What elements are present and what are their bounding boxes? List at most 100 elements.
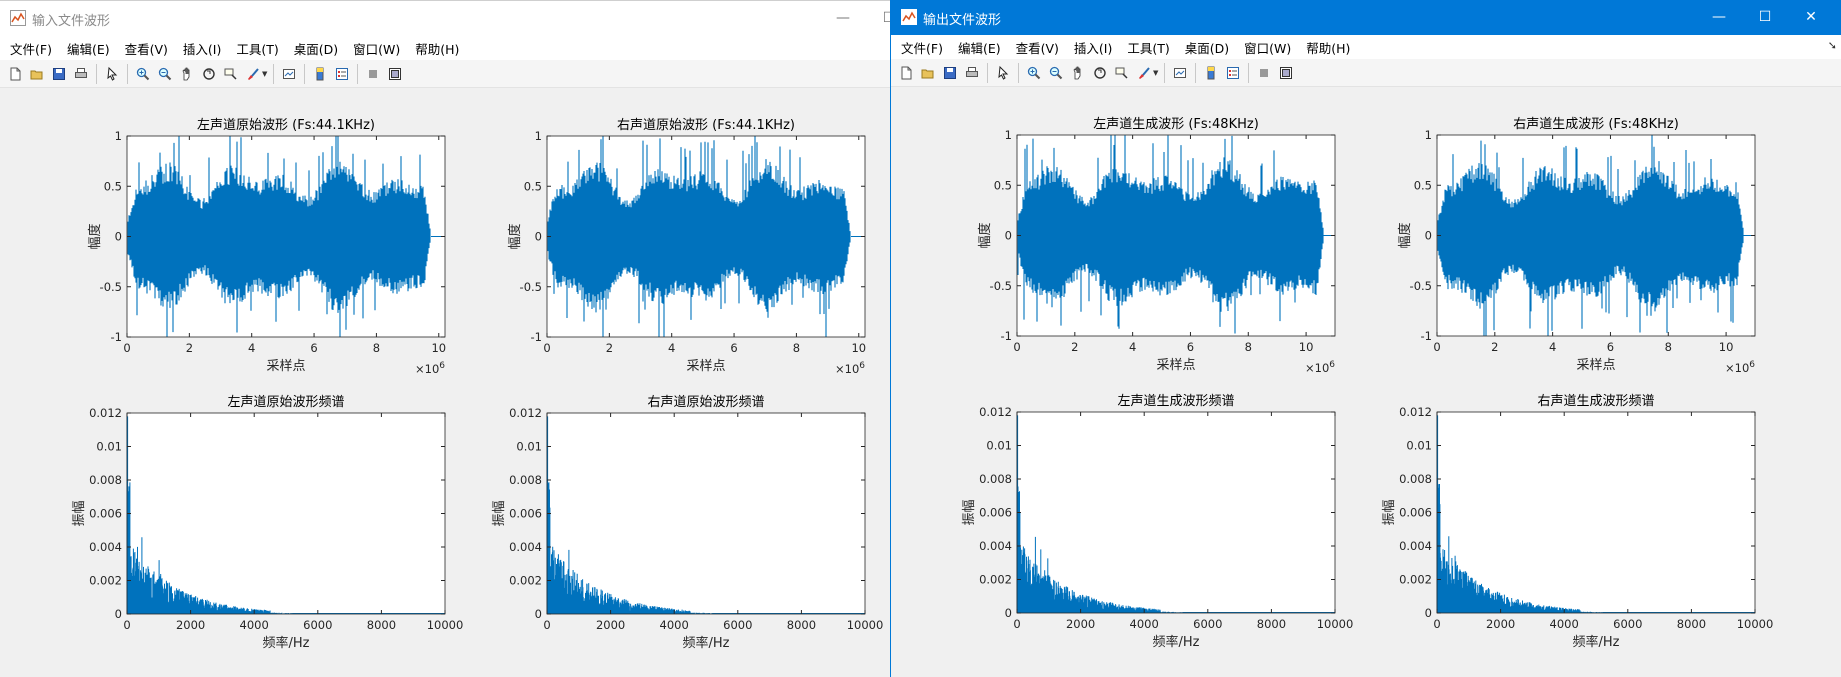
waveform-plot: 0 2 4 6 8 10 1 0.5 0 -0.5 -1 左声道原始波形 (Fs:44.1KHz) 采样… — [87, 118, 446, 376]
menu-edit[interactable]: 编辑(E) — [61, 39, 116, 58]
zoom-in-icon[interactable] — [132, 63, 154, 85]
spectrum-plot: 0 2000 4000 6000 8000 10000 0.012 0.01 0.008 0.00… — [72, 395, 463, 651]
x-tick-label: 8 — [1245, 340, 1252, 354]
x-axis-label: 频率/Hz — [1153, 634, 1200, 650]
hide-plot-tools-icon[interactable] — [1253, 62, 1275, 84]
zoom-out-icon[interactable] — [154, 63, 176, 85]
data-cursor-icon[interactable] — [1111, 62, 1133, 84]
maximize-button[interactable]: ☐ — [866, 1, 890, 36]
minimize-button[interactable]: — — [1696, 0, 1742, 35]
zoom-in-icon[interactable] — [1023, 62, 1045, 84]
y-tick-label: 0.002 — [979, 573, 1012, 587]
hide-plot-tools-icon[interactable] — [362, 63, 384, 85]
menu-window[interactable]: 窗口(W) — [347, 39, 406, 58]
x-tick-label: 2 — [186, 341, 193, 355]
menu-window[interactable]: 窗口(W) — [1238, 38, 1297, 57]
pointer-icon[interactable] — [992, 62, 1014, 84]
dropdown-arrow-icon[interactable]: ▼ — [262, 70, 267, 78]
close-button[interactable]: ✕ — [1788, 0, 1834, 35]
save-icon[interactable] — [48, 63, 70, 85]
x-tick-label: 8 — [1665, 340, 1672, 354]
menu-tools[interactable]: 工具(T) — [230, 39, 284, 58]
y-tick-label: 0.006 — [89, 507, 122, 521]
title-bar[interactable]: 输入文件波形 — ☐ — [0, 1, 890, 36]
x-tick-label: 0 — [1433, 340, 1440, 354]
show-plot-tools-icon[interactable] — [1275, 62, 1297, 84]
x-tick-label: 10 — [851, 341, 866, 355]
toolbar-separator — [1195, 62, 1197, 83]
menu-tools[interactable]: 工具(T) — [1121, 38, 1175, 57]
y-tick-label: 0 — [1425, 229, 1432, 243]
y-tick-label: 0.006 — [1399, 506, 1432, 520]
open-file-icon[interactable] — [26, 63, 48, 85]
y-tick-label: 0.012 — [979, 405, 1012, 419]
menu-file[interactable]: 文件(F) — [895, 38, 949, 57]
y-axis-label: 幅度 — [507, 223, 523, 249]
print-icon[interactable] — [961, 62, 983, 84]
save-icon[interactable] — [939, 62, 961, 84]
y-tick-label: 1 — [535, 129, 542, 143]
title-bar[interactable]: 输出文件波形 — ☐ ✕ — [891, 0, 1841, 35]
spectrum-plot: 0 2000 4000 6000 8000 10000 0.012 0.01 0.008 0.00… — [1382, 394, 1773, 650]
x-tick-label: 6 — [730, 341, 737, 355]
figure-window-input: 输入文件波形 — ☐ 文件(F) 编辑(E) 查看(V) 插入(I) 工具(T)… — [0, 0, 890, 677]
dock-arrow-icon[interactable]: ➘ — [1828, 39, 1837, 52]
y-axis-label: 振幅 — [962, 499, 977, 525]
pointer-icon[interactable] — [101, 63, 123, 85]
brush-icon[interactable] — [1133, 62, 1155, 84]
x-tick-label: 10000 — [427, 618, 464, 632]
figure-toolbar: ▼ — [0, 60, 890, 88]
x-axis-label: 频率/Hz — [263, 635, 310, 651]
link-plot-icon[interactable] — [278, 63, 300, 85]
y-tick-label: 0.004 — [1399, 539, 1432, 553]
plot-title: 右声道原始波形 (Fs:44.1KHz) — [617, 118, 795, 133]
axes-background — [1437, 412, 1755, 613]
print-icon[interactable] — [70, 63, 92, 85]
new-figure-icon[interactable] — [4, 63, 26, 85]
maximize-button[interactable]: ☐ — [1742, 0, 1788, 35]
legend-icon[interactable] — [331, 63, 353, 85]
zoom-out-icon[interactable] — [1045, 62, 1067, 84]
data-cursor-icon[interactable] — [220, 63, 242, 85]
new-figure-icon[interactable] — [895, 62, 917, 84]
menu-desktop[interactable]: 桌面(D) — [288, 39, 344, 58]
pan-icon[interactable] — [176, 63, 198, 85]
x-tick-label: 10 — [1719, 340, 1734, 354]
toolbar-separator — [127, 63, 128, 84]
menu-insert[interactable]: 插入(I) — [177, 39, 227, 58]
menu-help[interactable]: 帮助(H) — [1300, 38, 1356, 57]
menu-help[interactable]: 帮助(H) — [409, 39, 465, 58]
x-tick-label: 0 — [123, 341, 130, 355]
menu-view[interactable]: 查看(V) — [1010, 38, 1065, 57]
y-tick-label: 0.002 — [509, 574, 542, 588]
menu-view[interactable]: 查看(V) — [119, 39, 174, 58]
menu-file[interactable]: 文件(F) — [4, 39, 58, 58]
toolbar-separator — [273, 63, 275, 84]
y-tick-label: 0.006 — [509, 507, 542, 521]
pan-icon[interactable] — [1067, 62, 1089, 84]
colorbar-icon[interactable] — [309, 63, 331, 85]
x-tick-label: 8000 — [1677, 617, 1706, 631]
legend-icon[interactable] — [1222, 62, 1244, 84]
brush-icon[interactable] — [242, 63, 264, 85]
show-plot-tools-icon[interactable] — [384, 63, 406, 85]
menu-insert[interactable]: 插入(I) — [1068, 38, 1118, 57]
dropdown-arrow-icon[interactable]: ▼ — [1153, 69, 1158, 77]
menu-desktop[interactable]: 桌面(D) — [1179, 38, 1235, 57]
y-tick-label: 0.012 — [509, 406, 542, 420]
y-tick-label: 0 — [115, 607, 122, 621]
rotate-3d-icon[interactable] — [198, 63, 220, 85]
link-plot-icon[interactable] — [1169, 62, 1191, 84]
minimize-button[interactable]: — — [820, 1, 866, 36]
x-tick-label: 10000 — [847, 618, 884, 632]
y-tick-label: 0 — [1005, 606, 1012, 620]
x-tick-label: 6 — [1607, 340, 1614, 354]
y-tick-label: 0.01 — [1406, 439, 1432, 453]
x-tick-label: 10 — [431, 341, 446, 355]
menu-edit[interactable]: 编辑(E) — [952, 38, 1007, 57]
colorbar-icon[interactable] — [1200, 62, 1222, 84]
x-tick-label: 0 — [123, 618, 130, 632]
rotate-3d-icon[interactable] — [1089, 62, 1111, 84]
open-file-icon[interactable] — [917, 62, 939, 84]
x-axis-exponent: ×106 — [415, 361, 445, 376]
